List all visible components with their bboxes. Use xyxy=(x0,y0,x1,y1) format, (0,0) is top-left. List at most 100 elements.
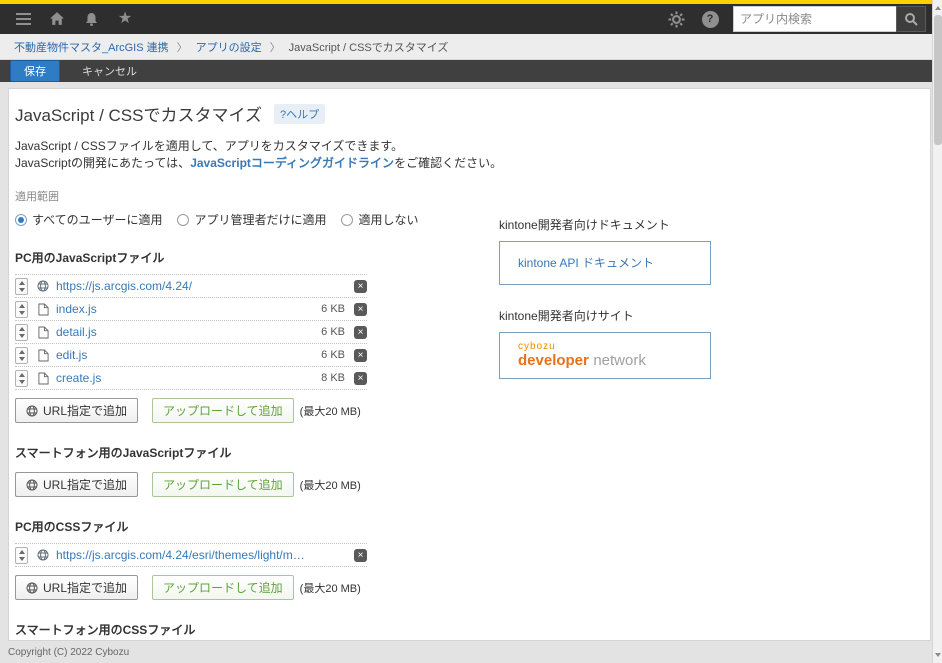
help-link[interactable]: ?ヘルプ xyxy=(273,103,326,124)
settings-gear-icon[interactable] xyxy=(665,8,687,30)
radio-label: アプリ管理者だけに適用 xyxy=(194,213,327,227)
section-smartphone-css: スマートフォン用のCSSファイル URL指定で追加 アップロードして追加 (最大… xyxy=(15,621,485,640)
radio-label: すべてのユーザーに適用 xyxy=(32,213,163,227)
upload-file-button[interactable]: アップロードして追加 xyxy=(152,575,294,600)
section-title: PC用のJavaScriptファイル xyxy=(15,251,165,265)
remove-file-icon[interactable]: × xyxy=(354,325,367,339)
upload-file-button[interactable]: アップロードして追加 xyxy=(152,472,294,497)
globe-icon xyxy=(36,280,50,292)
reorder-handle[interactable] xyxy=(15,346,28,364)
scrollbar-thumb[interactable] xyxy=(934,15,942,145)
breadcrumb-separator: 〉 xyxy=(269,41,281,54)
cybozu-developer-network-logo: cybozu developer network xyxy=(518,341,710,370)
radio-button[interactable] xyxy=(177,213,190,226)
file-row: create.js 8 KB × xyxy=(15,367,367,390)
breadcrumb-app-link[interactable]: 不動産物件マスタ_ArcGIS 連携 xyxy=(14,39,169,55)
page-description: JavaScript / CSSファイルを適用して、アプリをカスタマイズできます… xyxy=(15,138,930,172)
breadcrumb-separator: 〉 xyxy=(176,41,188,54)
kintone-api-docs-link[interactable]: kintone API ドキュメント xyxy=(518,256,654,270)
reorder-handle[interactable] xyxy=(15,277,28,295)
developer-network-link[interactable]: cybozu developer network xyxy=(499,332,711,379)
file-row: detail.js 6 KB × xyxy=(15,321,367,344)
reorder-handle[interactable] xyxy=(15,546,28,564)
scope-label: 適用範囲 xyxy=(15,191,59,203)
add-url-label: URL指定で追加 xyxy=(43,404,128,418)
add-url-button[interactable]: URL指定で追加 xyxy=(15,472,139,497)
file-size: 8 KB xyxy=(321,372,345,384)
page-title: JavaScript / CSSでカスタマイズ xyxy=(15,106,262,125)
logo-cybozu-text: cybozu xyxy=(518,341,556,352)
description-line1: JavaScript / CSSファイルを適用して、アプリをカスタマイズできます… xyxy=(15,139,404,153)
add-url-label: URL指定で追加 xyxy=(43,581,128,595)
file-url-link[interactable]: https://js.arcgis.com/4.24/esri/themes/l… xyxy=(56,548,305,562)
cancel-button[interactable]: キャンセル xyxy=(82,63,137,79)
file-name-link[interactable]: index.js xyxy=(56,302,305,316)
radio-apply-admins-only[interactable]: アプリ管理者だけに適用 xyxy=(177,211,326,228)
radio-apply-none[interactable]: 適用しない xyxy=(341,211,418,228)
breadcrumb: 不動産物件マスタ_ArcGIS 連携 〉 アプリの設定 〉 JavaScript… xyxy=(0,34,932,60)
section-smartphone-javascript: スマートフォン用のJavaScriptファイル URL指定で追加 アップロードし… xyxy=(15,444,485,497)
page-footer: Copyright (C) 2022 Cybozu xyxy=(0,642,932,663)
search-button[interactable] xyxy=(896,6,926,32)
remove-file-icon[interactable]: × xyxy=(354,302,367,316)
reorder-handle[interactable] xyxy=(15,369,28,387)
file-name-link[interactable]: detail.js xyxy=(56,325,305,339)
file-list: https://js.arcgis.com/4.24/ × index.js 6… xyxy=(15,274,367,390)
copyright-text: Copyright (C) 2022 Cybozu xyxy=(8,647,130,658)
scope-options: すべてのユーザーに適用 アプリ管理者だけに適用 適用しない xyxy=(15,211,485,228)
search-input[interactable] xyxy=(733,6,896,32)
favorites-star-icon[interactable]: ★ xyxy=(114,8,136,30)
notification-bell-icon[interactable] xyxy=(80,8,102,30)
scroll-up-icon[interactable] xyxy=(933,2,942,14)
file-icon xyxy=(36,326,50,339)
file-size: 6 KB xyxy=(321,349,345,361)
remove-file-icon[interactable]: × xyxy=(354,279,367,293)
app-search xyxy=(733,6,926,32)
file-row: https://js.arcgis.com/4.24/ × xyxy=(15,275,367,298)
file-url-link[interactable]: https://js.arcgis.com/4.24/ xyxy=(56,279,305,293)
remove-file-icon[interactable]: × xyxy=(354,548,367,562)
file-icon xyxy=(36,372,50,385)
section-pc-javascript: PC用のJavaScriptファイル https://js.arcgis.com… xyxy=(15,249,485,423)
radio-button[interactable] xyxy=(341,213,354,226)
max-size-note: (最大20 MB) xyxy=(299,405,361,418)
file-icon xyxy=(36,349,50,362)
logo-network-text: network xyxy=(593,352,646,369)
coding-guideline-link[interactable]: JavaScriptコーディングガイドライン xyxy=(190,156,394,170)
scroll-down-icon[interactable] xyxy=(933,649,942,661)
vertical-scrollbar[interactable] xyxy=(932,0,942,663)
radio-apply-all-users[interactable]: すべてのユーザーに適用 xyxy=(15,211,162,228)
global-header: ★ ? xyxy=(0,4,932,34)
home-icon[interactable] xyxy=(46,8,68,30)
file-size: 6 KB xyxy=(321,326,345,338)
add-url-button[interactable]: URL指定で追加 xyxy=(15,398,139,423)
menu-icon[interactable] xyxy=(12,8,34,30)
section-pc-css: PC用のCSSファイル https://js.arcgis.com/4.24/e… xyxy=(15,518,485,600)
radio-button-checked[interactable] xyxy=(15,213,27,226)
developer-sidebar: kintone開発者向けドキュメント kintone API ドキュメント ki… xyxy=(499,216,711,640)
dev-docs-title: kintone開発者向けドキュメント xyxy=(499,218,670,232)
add-url-button[interactable]: URL指定で追加 xyxy=(15,575,139,600)
file-list: https://js.arcgis.com/4.24/esri/themes/l… xyxy=(15,543,367,567)
dev-site-title: kintone開発者向けサイト xyxy=(499,309,634,323)
file-row: index.js 6 KB × xyxy=(15,298,367,321)
logo-developer-text: developer xyxy=(518,352,589,369)
max-size-note: (最大20 MB) xyxy=(299,582,361,595)
reorder-handle[interactable] xyxy=(15,300,28,318)
remove-file-icon[interactable]: × xyxy=(354,371,367,385)
section-title: スマートフォン用のCSSファイル xyxy=(15,623,196,637)
upload-file-button[interactable]: アップロードして追加 xyxy=(152,398,294,423)
remove-file-icon[interactable]: × xyxy=(354,348,367,362)
action-toolbar: 保存 キャンセル xyxy=(0,60,932,82)
description-line2-suffix: をご確認ください。 xyxy=(394,156,503,170)
breadcrumb-settings-link[interactable]: アプリの設定 xyxy=(196,39,262,55)
file-icon xyxy=(36,303,50,316)
globe-icon xyxy=(36,549,50,561)
reorder-handle[interactable] xyxy=(15,323,28,341)
file-row: edit.js 6 KB × xyxy=(15,344,367,367)
file-name-link[interactable]: edit.js xyxy=(56,348,305,362)
save-button[interactable]: 保存 xyxy=(10,60,60,82)
file-name-link[interactable]: create.js xyxy=(56,371,305,385)
kintone-settings-page: ★ ? 不動産物件マスタ_ArcGIS 連携 〉 アプリの設定 〉 JavaSc… xyxy=(0,0,942,663)
help-icon[interactable]: ? xyxy=(699,8,721,30)
